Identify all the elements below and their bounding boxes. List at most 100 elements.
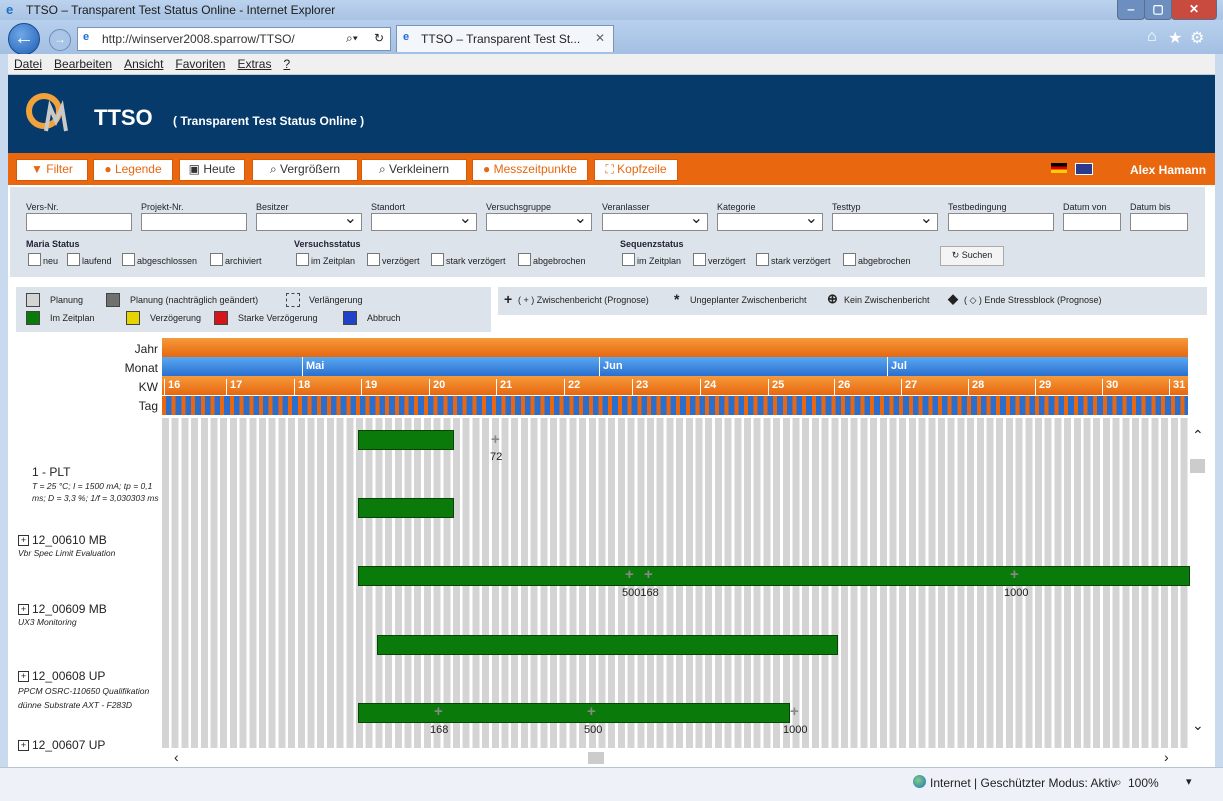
checkbox-label: abgebrochen (533, 256, 586, 266)
menu-favoriten[interactable]: Favoriten (175, 57, 225, 71)
row-title[interactable]: 12_00607 UP (32, 738, 105, 752)
filter-button[interactable]: ▼ Filter (16, 159, 88, 181)
checkbox-neu[interactable] (28, 253, 41, 266)
verkleinern-label: Verkleinern (389, 162, 450, 176)
checkbox-laufend[interactable] (67, 253, 80, 266)
besitzer-select[interactable] (256, 208, 362, 231)
diamond-icon: ◆ (948, 291, 958, 306)
checkbox-ss-verzoegert[interactable] (693, 253, 706, 266)
tab-close-icon[interactable]: ✕ (595, 31, 605, 45)
week-label: 16 (164, 379, 180, 395)
checkbox-archiviert[interactable] (210, 253, 223, 266)
scroll-thumb[interactable] (1190, 459, 1205, 473)
scroll-thumb[interactable] (588, 752, 604, 764)
user-name[interactable]: Alex Hamann (1130, 163, 1206, 177)
checkbox-vs-stark[interactable] (431, 253, 444, 266)
heute-button[interactable]: ▣ Heute (179, 159, 245, 181)
month-label: Jun (603, 360, 623, 372)
row-label-kw: KW (138, 380, 158, 394)
row-title[interactable]: 12_00610 MB (32, 533, 107, 547)
checkbox-ss-zeitplan[interactable] (622, 253, 635, 266)
legende-button[interactable]: ● Legende (93, 159, 173, 181)
week-label: 30 (1102, 379, 1118, 395)
projekt-nr-input[interactable] (141, 213, 247, 231)
kopfzeile-label: Kopfzeile (617, 162, 667, 176)
refresh-icon[interactable]: ↻ (374, 31, 384, 45)
circle-plus-icon: ⊕ (827, 291, 838, 306)
checkbox-vs-verzoegert[interactable] (367, 253, 380, 266)
horizontal-scrollbar[interactable]: ‹ › (162, 749, 1188, 767)
messzeitpunkte-button[interactable]: ● Messzeitpunkte (472, 159, 588, 181)
scroll-left-icon[interactable]: ‹ (174, 749, 179, 765)
chevron-down-icon[interactable]: ▾ (1186, 775, 1192, 788)
suchen-button[interactable]: ↻ Suchen (940, 246, 1004, 266)
week-label: 21 (496, 379, 512, 395)
checkbox-ss-abgebrochen[interactable] (843, 253, 856, 266)
menu-datei[interactable]: Datei (14, 57, 42, 71)
testtyp-select[interactable] (832, 208, 938, 231)
menu-bearbeiten[interactable]: Bearbeiten (54, 57, 112, 71)
address-bar[interactable]: e http://winserver2008.sparrow/TTSO/ ⌕▾ … (77, 27, 391, 51)
gantt-bar[interactable] (358, 498, 454, 518)
datum-bis-input[interactable] (1130, 213, 1188, 231)
forward-button[interactable]: → (49, 29, 71, 51)
kategorie-select[interactable] (717, 208, 823, 231)
menu-ansicht[interactable]: Ansicht (124, 57, 163, 71)
minimize-button[interactable]: ‒ (1117, 0, 1145, 20)
menu-help[interactable]: ? (283, 57, 290, 71)
scroll-down-icon[interactable]: ⌄ (1192, 717, 1204, 734)
maximize-button[interactable]: ▢ (1144, 0, 1172, 20)
scroll-right-icon[interactable]: › (1164, 749, 1169, 765)
vergroessern-button[interactable]: ⌕ Vergrößern (252, 159, 358, 181)
close-button[interactable]: ✕ (1171, 0, 1217, 20)
veranlasser-select[interactable] (602, 208, 708, 231)
sequenzstatus-label: Sequenzstatus (620, 239, 684, 249)
checkbox-abgeschlossen[interactable] (122, 253, 135, 266)
legend-label: Im Zeitplan (50, 313, 95, 323)
globe-icon (913, 775, 926, 788)
row-title[interactable]: 12_00608 UP (32, 669, 105, 683)
vertical-scrollbar[interactable]: ⌃ ⌄ (1190, 427, 1207, 767)
datum-von-input[interactable] (1063, 213, 1121, 231)
week-label: 29 (1035, 379, 1051, 395)
uk-flag-icon[interactable] (1075, 163, 1093, 175)
home-icon[interactable]: ⌂ (1147, 28, 1157, 46)
gantt-bar[interactable] (377, 635, 838, 655)
zoom-level[interactable]: 100% (1128, 776, 1159, 790)
vers-nr-input[interactable] (26, 213, 132, 231)
field-label: Vers-Nr. (26, 202, 59, 212)
row-title[interactable]: 12_00609 MB (32, 602, 107, 616)
refresh-icon: ↻ (951, 250, 962, 260)
kopfzeile-button[interactable]: ⛶ Kopfzeile (594, 159, 678, 181)
messzeitpunkte-label: Messzeitpunkte (493, 162, 577, 176)
browser-tab[interactable]: e TTSO – Transparent Test St... ✕ (396, 25, 614, 52)
checkbox-vs-zeitplan[interactable] (296, 253, 309, 266)
gantt-bar[interactable] (358, 430, 454, 450)
gantt-bar[interactable] (358, 566, 1190, 586)
checkbox-vs-abgebrochen[interactable] (518, 253, 531, 266)
gantt-bar[interactable] (358, 703, 790, 723)
checkbox-label: laufend (82, 256, 112, 266)
german-flag-icon[interactable] (1051, 163, 1067, 173)
verkleinern-button[interactable]: ⌕ Verkleinern (361, 159, 467, 181)
expand-icon[interactable]: + (18, 671, 29, 682)
scroll-up-icon[interactable]: ⌃ (1192, 427, 1204, 444)
favorites-star-icon[interactable]: ★ (1168, 28, 1182, 48)
settings-gear-icon[interactable]: ⚙ (1190, 28, 1204, 48)
field-label: Besitzer (256, 202, 289, 212)
legend-swatch-abbruch (343, 311, 357, 325)
testbedingung-input[interactable] (948, 213, 1054, 231)
expand-icon[interactable]: + (18, 535, 29, 546)
expand-icon[interactable]: + (18, 604, 29, 615)
checkbox-ss-stark[interactable] (756, 253, 769, 266)
legend-swatch-im-zeitplan (26, 311, 40, 325)
back-button[interactable]: ← (8, 23, 40, 55)
legend-label: Ungeplanter Zwischenbericht (690, 295, 807, 305)
menu-extras[interactable]: Extras (237, 57, 271, 71)
field-label: Versuchsgruppe (486, 202, 552, 212)
search-icon[interactable]: ⌕▾ (346, 31, 358, 46)
versuchsgruppe-select[interactable] (486, 208, 592, 231)
expand-icon[interactable]: + (18, 740, 29, 751)
standort-select[interactable] (371, 208, 477, 231)
url-text: http://winserver2008.sparrow/TTSO/ (102, 32, 295, 46)
